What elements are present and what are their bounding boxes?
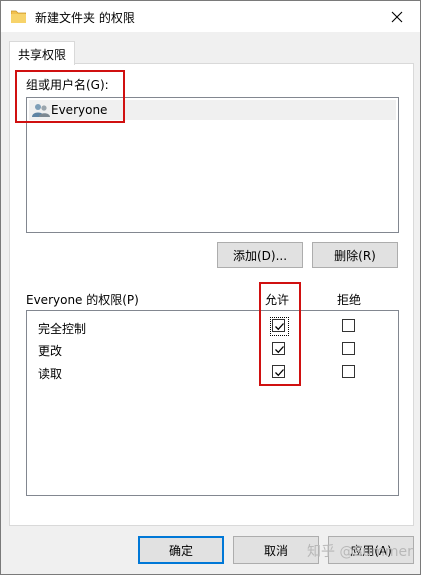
list-item[interactable]: Everyone [29,100,396,120]
deny-checkbox-full-control[interactable] [342,319,355,332]
check-icon [275,369,284,377]
window-title: 新建文件夹 的权限 [35,11,135,25]
group-or-user-label: 组或用户名(G): [26,78,109,92]
tab-label: 共享权限 [18,48,67,62]
ok-button[interactable]: 确定 [138,536,224,564]
allow-checkbox-change[interactable] [272,342,285,355]
deny-header: 拒绝 [337,293,362,307]
allow-header: 允许 [265,293,290,307]
close-icon [391,11,403,22]
permission-name: 更改 [38,344,63,358]
add-button[interactable]: 添加(D)... [217,242,303,268]
allow-checkbox-full-control[interactable] [272,319,285,332]
add-button-label: 添加(D)... [232,248,288,263]
permission-name: 读取 [38,367,63,381]
share-permissions-panel: 组或用户名(G): Everyone 添加(D)... 删除(R) Everyo… [9,63,414,526]
close-button[interactable] [374,1,420,32]
title-bar: 新建文件夹 的权限 [1,1,420,32]
user-name: Everyone [51,103,108,117]
check-icon [275,323,284,331]
remove-button-label: 删除(R) [334,248,376,263]
watermark: 知乎 @Summer [307,544,413,560]
user-list[interactable]: Everyone [26,97,399,233]
remove-button[interactable]: 删除(R) [312,242,398,268]
tab-share-permissions[interactable]: 共享权限 [9,41,75,65]
permission-name: 完全控制 [38,322,87,336]
cancel-button-label: 取消 [263,543,288,558]
users-icon [32,104,50,117]
folder-icon [11,10,26,23]
allow-checkbox-read[interactable] [272,365,285,378]
deny-checkbox-change[interactable] [342,342,355,355]
permissions-dialog: 新建文件夹 的权限 共享权限 组或用户名(G): Everyone 添加(D).… [0,0,421,575]
check-icon [275,346,284,354]
permissions-title: Everyone 的权限(P) [26,293,139,307]
permissions-list: 完全控制 更改 读取 [26,310,399,496]
deny-checkbox-read[interactable] [342,365,355,378]
ok-button-label: 确定 [168,543,193,558]
